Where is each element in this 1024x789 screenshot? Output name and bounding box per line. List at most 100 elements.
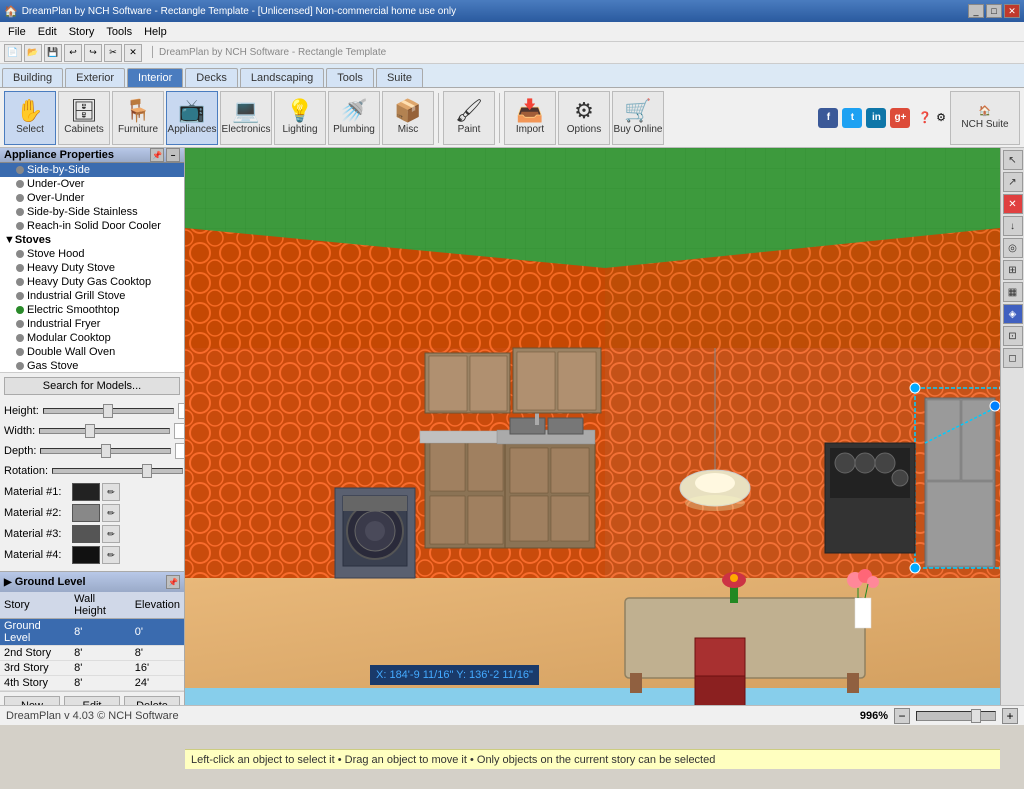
twitter-btn[interactable]: t — [842, 108, 862, 128]
google-btn[interactable]: g+ — [890, 108, 910, 128]
menu-help[interactable]: Help — [138, 24, 173, 40]
facebook-btn[interactable]: f — [818, 108, 838, 128]
tree-item-double-wall-oven[interactable]: Double Wall Oven — [0, 345, 184, 359]
help-link[interactable]: ❓ — [918, 111, 932, 124]
open-btn[interactable]: 📂 — [24, 44, 42, 62]
tree-item-gas-stove[interactable]: Gas Stove — [0, 359, 184, 373]
rt-delete-btn[interactable]: ✕ — [1003, 194, 1023, 214]
delete-story-button[interactable]: Delete — [124, 696, 180, 705]
material-2-swatch[interactable] — [72, 504, 100, 522]
menu-edit[interactable]: Edit — [32, 24, 63, 40]
tree-item-electric-smoothtop[interactable]: Electric Smoothtop — [0, 303, 184, 317]
height-value[interactable] — [178, 403, 185, 419]
close-doc-btn[interactable]: ✕ — [124, 44, 142, 62]
material-1-edit[interactable]: ✏ — [102, 483, 120, 501]
story-row-3rd[interactable]: 3rd Story 8' 16' — [0, 661, 184, 676]
rt-3d-btn[interactable]: ◈ — [1003, 304, 1023, 324]
story-row-4th[interactable]: 4th Story 8' 24' — [0, 676, 184, 691]
tab-interior[interactable]: Interior — [127, 68, 183, 87]
rotation-row: Rotation: — [4, 463, 180, 479]
material-3-edit[interactable]: ✏ — [102, 525, 120, 543]
search-models-button[interactable]: Search for Models... — [4, 377, 180, 395]
options-tool-button[interactable]: ⚙ Options — [558, 91, 610, 145]
zoom-slider[interactable] — [916, 711, 996, 721]
rt-cursor-btn[interactable]: ↗ — [1003, 172, 1023, 192]
zoom-in-button[interactable]: + — [1002, 708, 1018, 724]
pin-button[interactable]: 📌 — [150, 148, 164, 162]
cut-btn[interactable]: ✂ — [104, 44, 122, 62]
settings-link[interactable]: ⚙ — [936, 111, 946, 124]
lighting-tool-button[interactable]: 💡 Lighting — [274, 91, 326, 145]
rt-orbit-btn[interactable]: ◎ — [1003, 238, 1023, 258]
redo-btn[interactable]: ↪ — [84, 44, 102, 62]
menu-tools[interactable]: Tools — [100, 24, 138, 40]
undo-btn[interactable]: ↩ — [64, 44, 82, 62]
tree-item-reach-in[interactable]: Reach-in Solid Door Cooler — [0, 219, 184, 233]
rt-box-btn[interactable]: ◻ — [1003, 348, 1023, 368]
rt-grid-btn[interactable]: ⊞ — [1003, 260, 1023, 280]
menu-file[interactable]: File — [2, 24, 32, 40]
appliance-tree[interactable]: Side-by-Side Under-Over Over-Under Side-… — [0, 163, 184, 373]
buy-online-tool-button[interactable]: 🛒 Buy Online — [612, 91, 664, 145]
new-story-button[interactable]: New Story — [4, 696, 60, 705]
rt-wire-btn[interactable]: ⊡ — [1003, 326, 1023, 346]
paint-tool-button[interactable]: 🖌 Paint — [443, 91, 495, 145]
material-2-edit[interactable]: ✏ — [102, 504, 120, 522]
nch-suite-button[interactable]: 🏠 NCH Suite — [950, 91, 1020, 145]
minimize-button[interactable]: _ — [968, 4, 984, 18]
ground-collapse-icon[interactable]: ▶ — [4, 577, 12, 588]
menu-story[interactable]: Story — [63, 24, 101, 40]
width-slider[interactable] — [39, 428, 170, 434]
tree-item-over-under[interactable]: Over-Under — [0, 191, 184, 205]
tree-item-stove-hood[interactable]: Stove Hood — [0, 247, 184, 261]
story-row-2nd[interactable]: 2nd Story 8' 8' — [0, 646, 184, 661]
tree-group-stoves[interactable]: ▼ Stoves — [0, 233, 184, 247]
plumbing-tool-button[interactable]: 🚿 Plumbing — [328, 91, 380, 145]
width-value[interactable] — [174, 423, 185, 439]
tree-item-heavy-duty-gas[interactable]: Heavy Duty Gas Cooktop — [0, 275, 184, 289]
rotation-slider[interactable] — [52, 468, 183, 474]
tree-item-side-by-side[interactable]: Side-by-Side — [0, 163, 184, 177]
new-btn[interactable]: 📄 — [4, 44, 22, 62]
3d-viewport[interactable]: ? − + ⟳ ↺ ↻ X: 184'-9 11/16" Y: 136'-2 1… — [185, 148, 1000, 705]
tree-item-side-by-side-stainless[interactable]: Side-by-Side Stainless — [0, 205, 184, 219]
material-4-edit[interactable]: ✏ — [102, 546, 120, 564]
ground-header-pin[interactable]: 📌 — [166, 575, 180, 589]
tab-suite[interactable]: Suite — [376, 68, 423, 87]
electronics-tool-button[interactable]: 💻 Electronics — [220, 91, 272, 145]
material-4-swatch[interactable] — [72, 546, 100, 564]
import-tool-button[interactable]: 📥 Import — [504, 91, 556, 145]
collapse-button[interactable]: − — [166, 148, 180, 162]
tab-landscaping[interactable]: Landscaping — [240, 68, 324, 87]
tab-exterior[interactable]: Exterior — [65, 68, 125, 87]
zoom-out-button[interactable]: − — [894, 708, 910, 724]
tree-item-heavy-duty-stove[interactable]: Heavy Duty Stove — [0, 261, 184, 275]
furniture-tool-button[interactable]: 🪑 Furniture — [112, 91, 164, 145]
tree-item-under-over[interactable]: Under-Over — [0, 177, 184, 191]
story-row-ground[interactable]: Ground Level 8' 0' — [0, 619, 184, 646]
material-1-swatch[interactable] — [72, 483, 100, 501]
edit-story-button[interactable]: Edit — [64, 696, 120, 705]
tree-item-industrial-fryer[interactable]: Industrial Fryer — [0, 317, 184, 331]
maximize-button[interactable]: □ — [986, 4, 1002, 18]
tab-building[interactable]: Building — [2, 68, 63, 87]
tab-tools[interactable]: Tools — [326, 68, 374, 87]
cabinets-tool-button[interactable]: 🗄 Cabinets — [58, 91, 110, 145]
depth-slider[interactable] — [40, 448, 171, 454]
close-button[interactable]: ✕ — [1004, 4, 1020, 18]
depth-value[interactable] — [175, 443, 185, 459]
tree-item-modular-cooktop[interactable]: Modular Cooktop — [0, 331, 184, 345]
misc-tool-button[interactable]: 📦 Misc — [382, 91, 434, 145]
height-slider[interactable] — [43, 408, 174, 414]
tab-decks[interactable]: Decks — [185, 68, 238, 87]
select-tool-button[interactable]: ✋ Select — [4, 91, 56, 145]
appliances-tool-button[interactable]: 📺 Appliances — [166, 91, 218, 145]
tree-item-industrial-grill[interactable]: Industrial Grill Stove — [0, 289, 184, 303]
linkedin-btn[interactable]: in — [866, 108, 886, 128]
rt-down-btn[interactable]: ↓ — [1003, 216, 1023, 236]
save-btn[interactable]: 💾 — [44, 44, 62, 62]
title-controls[interactable]: _ □ ✕ — [968, 4, 1020, 18]
rt-texture-btn[interactable]: ▦ — [1003, 282, 1023, 302]
material-3-swatch[interactable] — [72, 525, 100, 543]
rt-arrow-btn[interactable]: ↖ — [1003, 150, 1023, 170]
